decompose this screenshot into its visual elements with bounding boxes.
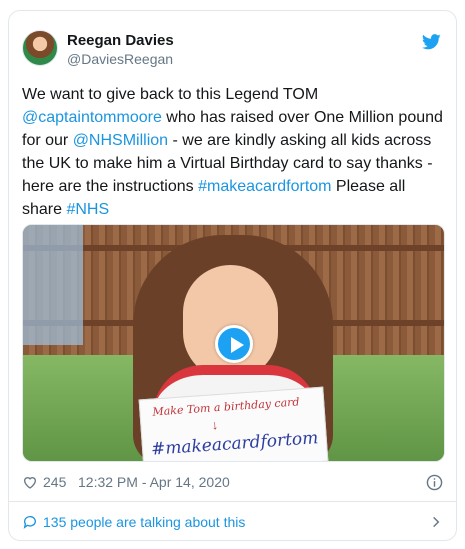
tweet-link[interactable]: @NHSMillion <box>73 132 168 149</box>
twitter-bird-icon[interactable] <box>422 34 441 50</box>
tweet-link[interactable]: #NHS <box>66 201 109 218</box>
tweet-link[interactable]: #makeacardfortom <box>198 178 331 195</box>
sign-line2: #makeacardfortom <box>150 428 319 460</box>
chevron-right-icon <box>433 516 440 528</box>
info-icon[interactable] <box>426 474 443 491</box>
like-count[interactable]: 245 <box>43 474 66 490</box>
conversation-label[interactable]: 135 people are talking about this <box>43 514 245 530</box>
tweet-link[interactable]: @captaintommoore <box>22 109 162 126</box>
sky-background <box>23 225 83 345</box>
sign-line1: Make Tom a birthday card <box>152 395 300 419</box>
tweet-card: Reegan Davies @DaviesReegan We want to g… <box>8 10 457 541</box>
tweet-text: We want to give back to this Legend TOM … <box>22 83 447 221</box>
play-icon[interactable] <box>215 325 253 363</box>
avatar[interactable] <box>22 30 58 66</box>
comment-bubble-icon <box>23 516 36 529</box>
conversation-link[interactable]: 135 people are talking about this <box>22 511 443 533</box>
sign-arrow: ↓ <box>211 417 219 433</box>
heart-icon[interactable] <box>22 474 38 490</box>
tweet-header: Reegan Davies @DaviesReegan <box>22 30 443 70</box>
tweet-video[interactable]: Make Tom a birthday card ↓ #makeacardfor… <box>22 224 445 462</box>
tweet-timestamp[interactable]: 12:32 PM - Apr 14, 2020 <box>78 474 230 490</box>
author-handle[interactable]: @DaviesReegan <box>67 51 173 67</box>
birthday-sign: Make Tom a birthday card ↓ #makeacardfor… <box>138 386 329 461</box>
tweet-text-segment: We want to give back to this Legend TOM <box>22 86 319 103</box>
tweet-meta: 245 12:32 PM - Apr 14, 2020 <box>22 473 443 493</box>
author-name[interactable]: Reegan Davies <box>67 32 174 49</box>
divider <box>9 501 456 502</box>
